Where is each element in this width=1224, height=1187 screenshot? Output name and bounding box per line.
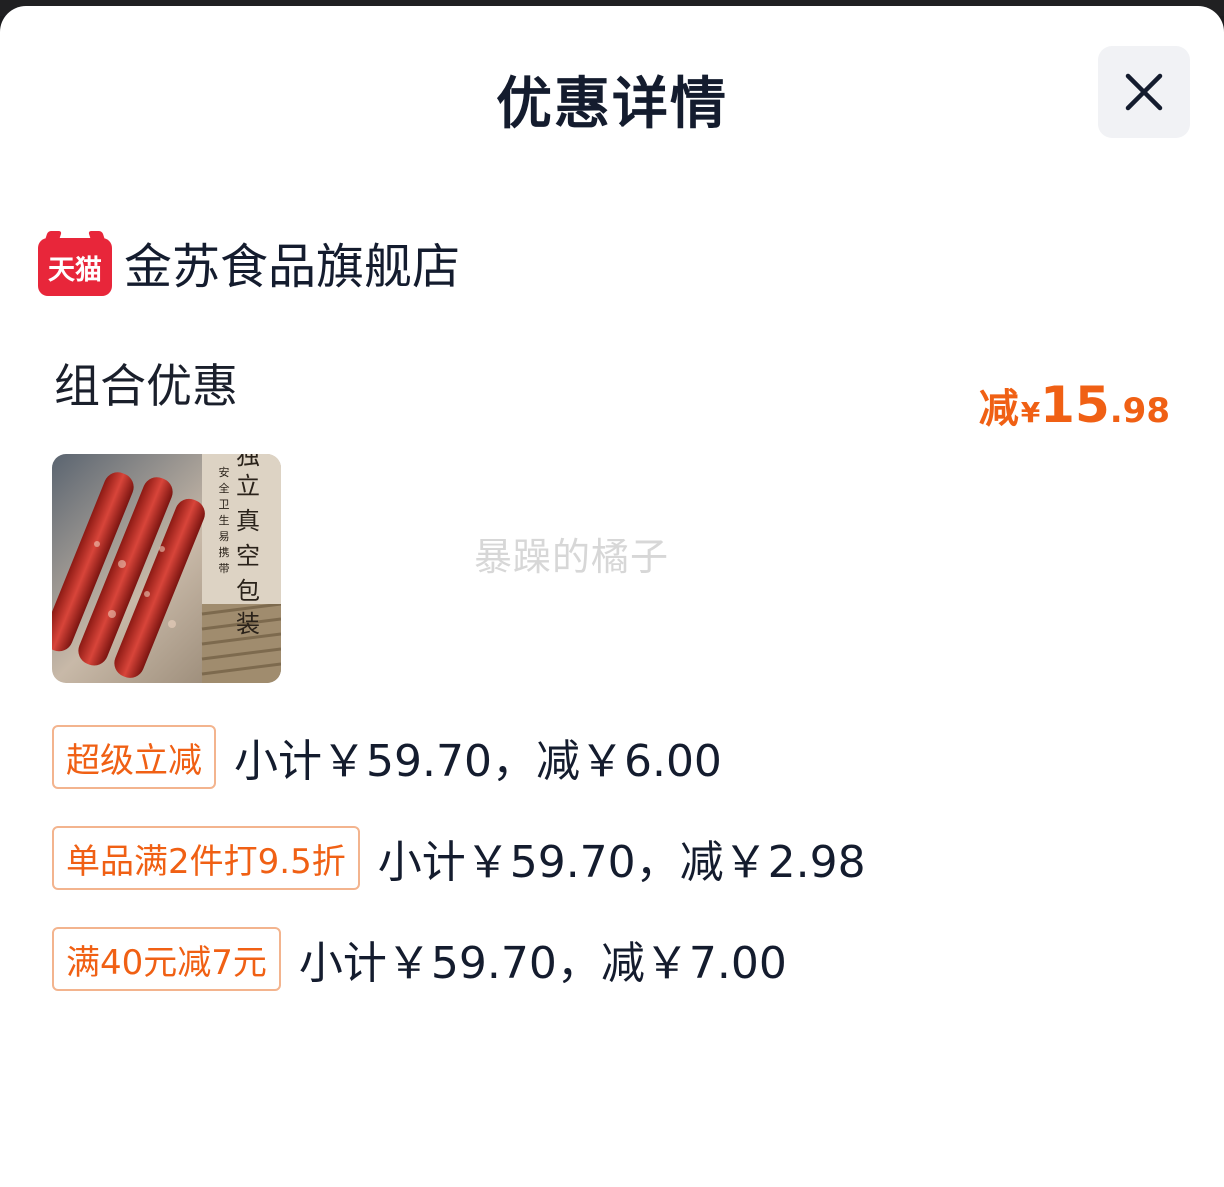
tmall-logo-icon: 天猫 [38, 238, 112, 296]
svg-text:独: 独 [236, 454, 260, 470]
discount-detail: 小计￥59.70，减￥6.00 [234, 736, 722, 787]
discount-tag: 单品满2件打9.5折 [52, 826, 360, 890]
discount-tag: 超级立减 [52, 725, 216, 789]
svg-text:包: 包 [236, 577, 260, 605]
svg-text:携: 携 [219, 545, 230, 559]
combo-discount-title: 组合优惠 [54, 359, 238, 413]
svg-text:立: 立 [236, 472, 260, 500]
watermark: 暴躁的橘子 [474, 535, 670, 579]
sausage-product-photo: 立 真 空 包 装 独 安 全 卫 生 易 携 带 [52, 454, 281, 683]
close-button[interactable] [1098, 46, 1190, 138]
svg-text:全: 全 [219, 481, 230, 495]
discount-detail: 小计￥59.70，减￥7.00 [298, 938, 787, 989]
total-discount-integer: 15 [1040, 376, 1110, 434]
svg-text:卫: 卫 [219, 498, 230, 511]
discount-details-sheet: 优惠详情 天猫 金苏食品旗舰店 组合优惠 减 ¥ 15 .98 立 真 空 包 … [0, 6, 1224, 1187]
svg-text:安: 安 [219, 465, 230, 479]
total-discount-decimal: .98 [1109, 391, 1170, 431]
product-image[interactable]: 立 真 空 包 装 独 安 全 卫 生 易 携 带 [52, 454, 281, 683]
discount-tag: 满40元减7元 [52, 927, 281, 991]
svg-text:空: 空 [236, 542, 260, 570]
store-header[interactable]: 天猫 金苏食品旗舰店 [38, 232, 460, 302]
store-name: 金苏食品旗舰店 [124, 239, 461, 295]
total-discount: 减 ¥ 15 .98 [979, 376, 1170, 434]
tmall-badge-text: 天猫 [48, 254, 102, 286]
svg-text:真: 真 [236, 507, 260, 535]
discount-detail: 小计￥59.70，减￥2.98 [377, 837, 866, 888]
close-icon [1125, 73, 1163, 111]
sheet-title: 优惠详情 [496, 72, 728, 137]
discount-row: 满40元减7元 小计￥59.70，减￥7.00 [52, 926, 787, 992]
svg-text:装: 装 [236, 610, 260, 638]
total-discount-prefix: 减 [978, 386, 1019, 432]
svg-text:生: 生 [219, 513, 230, 527]
svg-text:带: 带 [219, 562, 230, 575]
discount-row: 超级立减 小计￥59.70，减￥6.00 [52, 724, 722, 790]
svg-text:易: 易 [219, 530, 230, 543]
discount-row: 单品满2件打9.5折 小计￥59.70，减￥2.98 [52, 825, 866, 891]
total-discount-currency: ¥ [1020, 396, 1041, 429]
